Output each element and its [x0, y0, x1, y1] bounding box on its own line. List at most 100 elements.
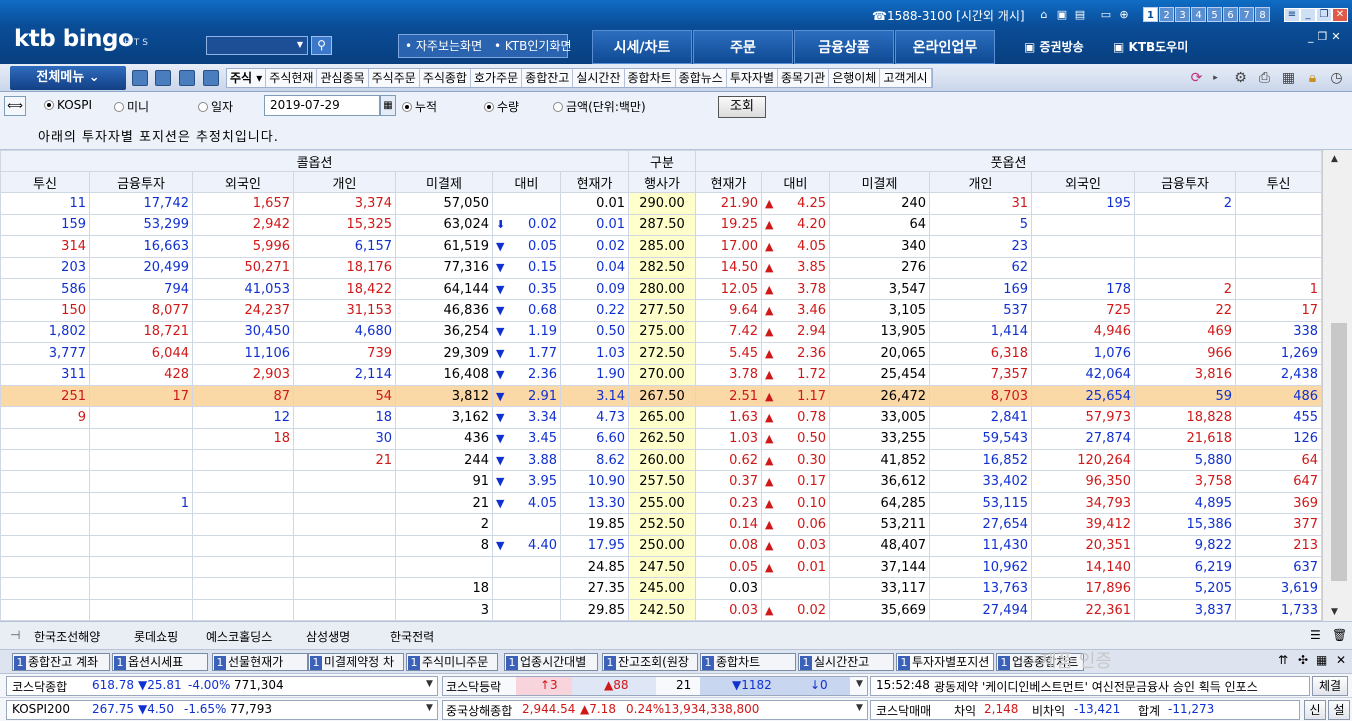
pin-icon[interactable]: ⊣ — [10, 628, 20, 642]
window-tab[interactable]: 1 투자자별포지션 — [896, 653, 994, 671]
column-header[interactable]: 개인 — [293, 170, 396, 194]
scroll-up-icon[interactable]: ▲ — [1331, 154, 1338, 164]
window-tab[interactable]: 1 미결제약정 차 — [308, 653, 404, 671]
menu-item[interactable]: 은행이체 — [829, 69, 881, 87]
column-header[interactable]: 현재가 — [695, 170, 763, 194]
tab-online-service[interactable]: 온라인업무 — [895, 30, 995, 64]
broadcast-button[interactable]: ▣ 증권방송 — [1024, 38, 1084, 55]
menu-item[interactable]: 고객게시 — [880, 69, 932, 87]
list-icon[interactable]: ☰ — [1310, 628, 1321, 642]
minimize-icon[interactable]: _ — [1300, 8, 1316, 22]
home-icon[interactable]: ⌂ — [1037, 8, 1051, 22]
column-header[interactable]: 현재가 — [559, 170, 630, 194]
restore-icon[interactable]: ❐ — [1316, 8, 1332, 22]
chevron-down-icon[interactable]: ▼ — [856, 703, 863, 713]
calculator-small-icon[interactable]: ▦ — [1280, 70, 1297, 87]
chevron-right-icon[interactable]: ▸ — [1207, 70, 1224, 87]
column-header[interactable]: 투신 — [1235, 170, 1323, 194]
menu-item[interactable]: 주식주문 — [369, 69, 420, 87]
news-headline[interactable]: 광동제약 '케이디인베스트먼트' 여신전문금융사 승인 획득 인포스 — [934, 678, 1304, 695]
radio-quantity[interactable]: 수량 — [484, 98, 519, 115]
stock-search-combo[interactable]: ▼ — [206, 36, 308, 55]
lock-icon[interactable]: 🔒︎ — [1304, 70, 1321, 87]
layout-icon[interactable]: ▤ — [1073, 8, 1087, 22]
tab-financial-products[interactable]: 금융상품 — [794, 30, 894, 64]
monitor-icon[interactable]: ▭ — [1099, 8, 1113, 22]
window-tab[interactable]: 1 업종시간대별 — [504, 653, 598, 671]
column-header[interactable]: 대비 — [492, 170, 561, 194]
menu-item[interactable]: 종합뉴스 — [676, 69, 727, 87]
workspace-6-button[interactable]: 6 — [1223, 7, 1238, 22]
workspace-7-button[interactable]: 7 — [1239, 7, 1254, 22]
workspace-8-button[interactable]: 8 — [1255, 7, 1270, 22]
table-row[interactable]: 311 428 2,903 2,114 16,408 ▼ 2.36 1.90 270.00 3.7… — [0, 363, 1323, 386]
menu-item[interactable]: 실시간잔 — [573, 69, 625, 87]
window-tab[interactable]: 1 종합잔고 계좌 — [12, 653, 110, 671]
tv-screen-icon[interactable] — [179, 70, 195, 86]
gear-icon[interactable]: ⚙ — [1232, 70, 1249, 87]
window-tab[interactable]: 1 종합차트 — [700, 653, 796, 671]
fill-button[interactable]: 체결 — [1312, 676, 1348, 696]
trash-icon[interactable]: 🗑︎ — [1332, 628, 1347, 642]
favorite-screens-link[interactable]: • 자주보는화면 — [405, 39, 482, 53]
table-row[interactable]: 314 16,663 5,996 6,157 61,519 ▼ 0.05 0.02 285.00… — [0, 235, 1323, 258]
window-tab[interactable]: 1 실시간잔고 — [798, 653, 894, 671]
radio-kospi[interactable]: KOSPI — [44, 98, 92, 112]
chevron-down-icon[interactable]: ▼ — [295, 40, 305, 50]
window-tab[interactable]: 1 주식미니주문 — [406, 653, 498, 671]
chevron-down-icon[interactable]: ▼ — [426, 679, 433, 689]
favorite-stock[interactable]: 한국전력 — [390, 628, 434, 645]
window-tab[interactable]: 1 선물현재가 — [212, 653, 308, 671]
menu-item[interactable]: 투자자별 — [727, 69, 779, 87]
table-row[interactable]: 91 ▼ 3.95 10.90 257.50 0.37 ▲ 0.17 36,612 33,402 9… — [0, 470, 1323, 493]
column-header[interactable]: 외국인 — [1031, 170, 1136, 194]
window-icon[interactable] — [132, 70, 148, 86]
table-row[interactable]: 18 30 436 ▼ 3.45 6.60 262.50 1.03 ▲ 0.50 33,255 59,… — [0, 427, 1323, 451]
tab-quotes-chart[interactable]: 시세/차트 — [592, 30, 692, 64]
refresh-icon[interactable]: ⟳ — [1188, 70, 1205, 87]
column-header[interactable]: 미결제 — [829, 170, 931, 194]
help-window-icon[interactable]: ≡ — [1284, 8, 1300, 22]
workspace-4-button[interactable]: 4 — [1191, 7, 1206, 22]
search-button[interactable]: ⚲ — [311, 36, 332, 55]
menu-item[interactable]: 종목기관 — [778, 69, 830, 87]
help-button[interactable]: ▣ KTB도우미 — [1113, 38, 1188, 55]
column-header[interactable]: 미결제 — [395, 170, 493, 194]
favorite-stock[interactable]: 삼성생명 — [306, 628, 350, 645]
table-row[interactable]: 9 12 18 3,162 ▼ 3.34 4.73 265.00 1.63 ▲ 0.78 33,005… — [0, 406, 1323, 429]
table-row[interactable]: 8 ▼ 4.40 17.95 250.00 0.08 ▲ 0.03 48,407 11,430 20… — [0, 534, 1323, 558]
table-row[interactable]: 150 8,077 24,237 31,153 46,836 ▼ 0.68 0.22 277.5… — [0, 299, 1323, 322]
favorite-stock[interactable]: 롯데쇼핑 — [134, 628, 178, 645]
expand-icon[interactable]: ⟺ — [4, 96, 26, 116]
column-header[interactable]: 행사가 — [628, 170, 697, 194]
menu-item[interactable]: 호가주문 — [471, 69, 523, 87]
column-header[interactable]: 금융투자 — [89, 170, 193, 194]
column-header[interactable]: 금융투자 — [1134, 170, 1237, 194]
table-row[interactable]: 159 53,299 2,942 15,325 63,024 ⬇ 0.02 0.01 287.5… — [0, 213, 1323, 237]
column-header[interactable]: 투신 — [0, 170, 90, 194]
table-row[interactable]: 3,777 6,044 11,106 739 29,309 ▼ 1.77 1.03 272.50… — [0, 342, 1323, 365]
query-button[interactable]: 조회 — [718, 96, 766, 118]
window-tab[interactable]: 1 잔고조회(원장 — [602, 653, 698, 671]
table-row[interactable]: 251 17 87 54 3,812 ▼ 2.91 3.14 267.50 2.51 ▲ 1.17 26… — [0, 384, 1323, 408]
table-row[interactable]: 2 19.85 252.50 0.14 ▲ 0.06 53,211 27,654 39,412 1… — [0, 513, 1323, 536]
favorite-stock[interactable]: 예스코홀딩스 — [206, 628, 272, 645]
pin-icon[interactable]: ✣ — [1298, 653, 1308, 667]
sub-window-buttons[interactable]: _❐✕ — [1308, 30, 1345, 43]
table-row[interactable]: 203 20,499 50,271 18,176 77,316 ▼ 0.15 0.04 282.… — [0, 256, 1323, 279]
popular-screens-link[interactable]: • KTB인기화면 — [494, 39, 572, 53]
menu-stock-dropdown[interactable]: 주식 ▾ — [227, 69, 267, 87]
table-row[interactable]: 24.85 247.50 0.05 ▲ 0.01 37,144 10,962 14,140 6,… — [0, 556, 1323, 579]
clock-icon[interactable]: ◷ — [1328, 70, 1345, 87]
window-tab[interactable]: 1 옵션시세표 — [112, 653, 208, 671]
table-row[interactable]: 18 27.35 245.00 0.03 33,117 13,763 17,896 5,205… — [0, 577, 1323, 600]
vertical-scrollbar[interactable]: ▲ ▼ — [1322, 150, 1352, 621]
workspace-2-button[interactable]: 2 — [1159, 7, 1174, 22]
radio-daily[interactable]: 일자 — [198, 98, 233, 115]
order-window-icon[interactable] — [155, 70, 171, 86]
menu-item[interactable]: 종합잔고 — [522, 69, 574, 87]
date-input[interactable]: 2019-07-29 — [264, 95, 380, 116]
table-row[interactable]: 3 29.85 242.50 0.03 ▲ 0.02 35,669 27,494 22,361 3… — [0, 598, 1323, 622]
all-menu-button[interactable]: 전체메뉴 ⌄ — [10, 66, 126, 90]
print-icon[interactable]: ⎙ — [1256, 70, 1273, 87]
